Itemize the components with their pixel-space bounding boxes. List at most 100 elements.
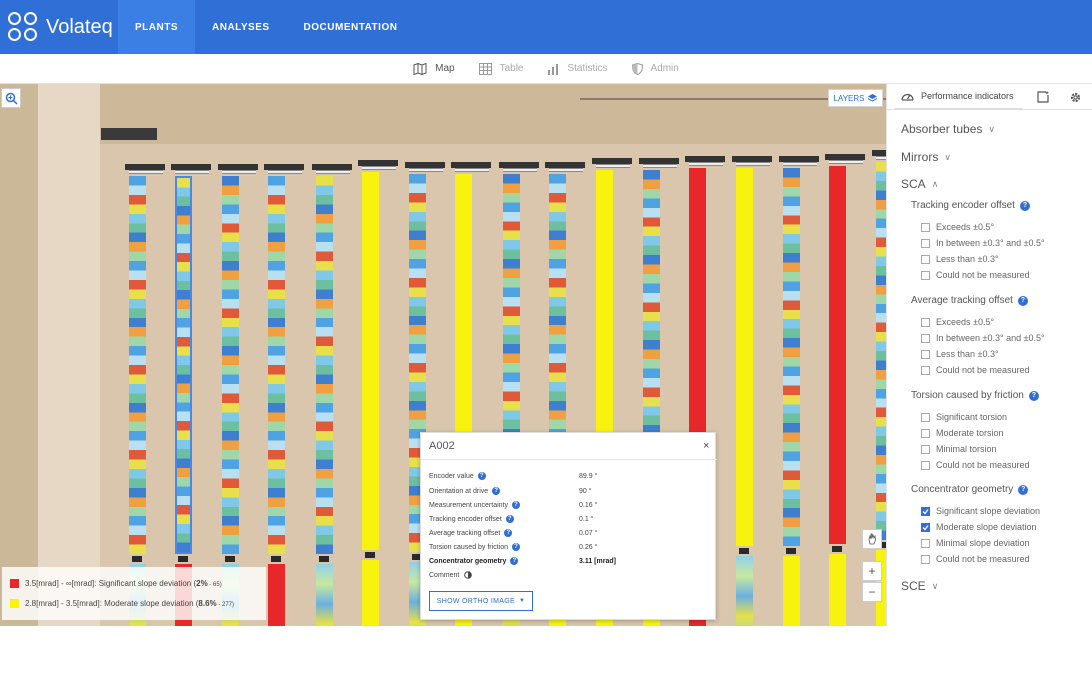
help-icon[interactable]: ? [511, 501, 520, 509]
filter-option-concentrator-geometry-2[interactable]: Minimal slope deviation [921, 538, 1030, 548]
checkbox[interactable] [921, 522, 930, 532]
layers-button[interactable]: LAYERS [828, 89, 883, 107]
checkbox[interactable] [921, 317, 930, 327]
tab-performance-label: Performance indicators [921, 91, 1014, 101]
help-icon[interactable]: ? [1019, 200, 1030, 211]
nav-tab-documentation[interactable]: DOCUMENTATION [287, 0, 415, 54]
filter-option-tracking-encoder-offset-1[interactable]: In between ±0.3° and ±0.5° [921, 238, 1045, 248]
row-pipe [503, 168, 537, 172]
filter-option-concentrator-geometry-0[interactable]: Significant slope deviation [921, 506, 1040, 516]
collector-row[interactable] [222, 176, 239, 554]
checkbox[interactable] [921, 428, 930, 438]
filter-option-concentrator-geometry-3[interactable]: Could not be measured [921, 554, 1030, 564]
checkbox[interactable] [921, 222, 930, 232]
comment-half-circle-icon[interactable] [464, 571, 473, 579]
collector-row-lower[interactable] [316, 564, 333, 626]
view-admin-button[interactable]: Admin [631, 62, 679, 75]
checkbox[interactable] [921, 444, 930, 454]
section-sce[interactable]: SCE ∨ [901, 579, 938, 593]
nav-tab-plants[interactable]: PLANTS [118, 0, 195, 54]
row-pipe [362, 166, 396, 170]
collector-row-lower[interactable] [268, 564, 285, 626]
view-map-button[interactable]: Map [413, 62, 455, 75]
settings-button[interactable] [1067, 89, 1083, 105]
filter-option-average-tracking-offset-0[interactable]: Exceeds ±0.5° [921, 317, 994, 327]
filter-option-average-tracking-offset-1[interactable]: In between ±0.3° and ±0.5° [921, 333, 1045, 343]
volateq-logo[interactable]: Volateq [0, 0, 118, 54]
map-zoom-in-button[interactable]: + [862, 561, 882, 581]
help-icon[interactable]: ? [477, 472, 486, 480]
collector-row-lower[interactable] [736, 556, 753, 626]
view-statistics-button[interactable]: Statistics [547, 63, 608, 75]
help-icon[interactable]: ? [510, 557, 519, 565]
filter-option-average-tracking-offset-3[interactable]: Could not be measured [921, 365, 1030, 375]
row-pipe [596, 164, 630, 168]
map-terrain-strip [0, 84, 38, 626]
popup-row-concentrator-geometry: Concentrator geometry? 3.11 [mrad] [429, 557, 616, 565]
map-legend: 3.5[mrad] - ∞[mrad]: Significant slope d… [2, 567, 266, 620]
filter-option-average-tracking-offset-2[interactable]: Less than ±0.3° [921, 349, 999, 359]
checkbox[interactable] [921, 538, 930, 548]
filter-option-torsion-1[interactable]: Moderate torsion [921, 428, 1004, 438]
collector-row-lower[interactable] [362, 560, 379, 626]
help-icon[interactable]: ? [505, 515, 514, 523]
help-icon[interactable]: ? [511, 543, 520, 551]
map-locate-button[interactable] [862, 529, 882, 549]
tab-performance-indicators[interactable]: Performance indicators [895, 84, 1023, 110]
help-icon[interactable]: ? [504, 529, 513, 537]
collector-row[interactable] [175, 176, 192, 554]
collector-row[interactable] [316, 176, 333, 554]
checkbox[interactable] [921, 349, 930, 359]
checkbox[interactable] [921, 412, 930, 422]
checkbox[interactable] [921, 506, 930, 516]
filter-option-torsion-2[interactable]: Minimal torsion [921, 444, 997, 454]
collector-row[interactable] [129, 176, 146, 554]
view-admin-label: Admin [650, 63, 679, 74]
popup-row-orientation: Orientation at drive? 90 ° [429, 487, 592, 495]
map-zoom-out-button[interactable]: − [862, 582, 882, 602]
filter-option-tracking-encoder-offset-0[interactable]: Exceeds ±0.5° [921, 222, 994, 232]
popup-close-button[interactable]: × [703, 440, 709, 452]
nav-tab-analyses[interactable]: ANALYSES [195, 0, 287, 54]
collector-row[interactable] [736, 168, 753, 546]
row-gap [739, 548, 749, 554]
section-absorber-tubes[interactable]: Absorber tubes ∨ [901, 122, 995, 136]
checkbox[interactable] [921, 460, 930, 470]
collector-row[interactable] [876, 162, 886, 540]
filter-group-torsion: Torsion caused by friction? [911, 390, 1039, 401]
checkbox[interactable] [921, 254, 930, 264]
row-pipe [268, 170, 302, 174]
filter-option-tracking-encoder-offset-2[interactable]: Less than ±0.3° [921, 254, 999, 264]
collector-row[interactable] [362, 172, 379, 550]
collector-row[interactable] [829, 166, 846, 544]
checkbox[interactable] [921, 333, 930, 343]
filter-option-tracking-encoder-offset-3[interactable]: Could not be measured [921, 270, 1030, 280]
collector-row[interactable] [783, 168, 800, 546]
row-gap [786, 548, 796, 554]
collector-row-lower[interactable] [783, 556, 800, 626]
shield-icon [631, 62, 643, 75]
collector-row[interactable] [268, 176, 285, 554]
help-icon[interactable]: ? [492, 487, 501, 495]
row-pipe [829, 160, 863, 164]
popup-row-tracking-encoder-offset: Tracking encoder offset? 0.1 ° [429, 515, 594, 523]
checkbox[interactable] [921, 554, 930, 564]
filter-option-torsion-3[interactable]: Could not be measured [921, 460, 1030, 470]
collector-row-lower[interactable] [829, 554, 846, 626]
map-search-button[interactable] [1, 88, 21, 108]
view-table-button[interactable]: Table [478, 62, 523, 75]
checkbox[interactable] [921, 270, 930, 280]
help-icon[interactable]: ? [1028, 390, 1039, 401]
export-button[interactable] [1035, 89, 1051, 105]
help-icon[interactable]: ? [1018, 484, 1029, 495]
checkbox[interactable] [921, 365, 930, 375]
filter-option-concentrator-geometry-1[interactable]: Moderate slope deviation [921, 522, 1037, 532]
checkbox[interactable] [921, 238, 930, 248]
filter-option-torsion-0[interactable]: Significant torsion [921, 412, 1007, 422]
section-sca[interactable]: SCA ∧ [901, 177, 938, 191]
show-ortho-image-button[interactable]: SHOW ORTHO IMAGE ▼ [429, 591, 533, 611]
section-mirrors[interactable]: Mirrors ∨ [901, 150, 951, 164]
logo-circles-icon [8, 12, 38, 42]
help-icon[interactable]: ? [1017, 295, 1028, 306]
gauge-icon [901, 93, 914, 101]
